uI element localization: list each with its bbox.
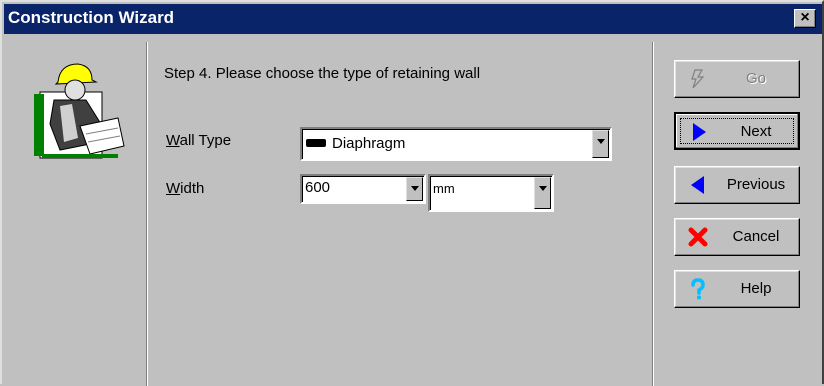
previous-label: Previous (726, 176, 786, 193)
wall-type-dropdown-button[interactable] (592, 130, 609, 158)
wall-type-value: Diaphragm (332, 135, 406, 152)
red-x-icon (688, 227, 708, 247)
title-bar[interactable]: Construction Wizard × (4, 4, 822, 34)
next-button[interactable]: Next (674, 112, 800, 150)
width-accel: W (166, 180, 181, 197)
width-value: 600 (305, 179, 331, 196)
close-button[interactable]: × (794, 9, 816, 28)
help-label: Help (740, 280, 772, 297)
wall-type-label-rest: all Type (179, 132, 232, 149)
help-button[interactable]: Help (674, 270, 800, 308)
right-divider (652, 42, 654, 386)
cancel-button[interactable]: Cancel (674, 218, 800, 256)
go-label: Go (745, 70, 766, 87)
width-label-rest: idth (180, 180, 205, 197)
width-unit-select[interactable]: mm (428, 174, 554, 212)
wall-type-label: Wall Type (166, 132, 231, 149)
step-instruction: Step 4. Please choose the type of retain… (164, 65, 481, 82)
wall-type-accel: W (166, 132, 180, 149)
previous-button[interactable]: Previous (674, 166, 800, 204)
close-icon: × (800, 9, 810, 26)
left-divider (146, 42, 148, 386)
wall-swatch-icon (306, 139, 326, 148)
next-label: Next (740, 123, 772, 140)
width-unit-dropdown-button[interactable] (534, 177, 551, 209)
lightning-icon (691, 69, 705, 89)
width-unit: mm (433, 181, 455, 196)
arrow-left-icon (691, 176, 704, 194)
window-title: Construction Wizard (8, 8, 175, 27)
width-value-dropdown-button[interactable] (406, 177, 423, 201)
wall-type-select[interactable]: Diaphragm (300, 127, 612, 161)
arrow-right-icon (693, 123, 706, 141)
width-value-select[interactable]: 600 (300, 174, 426, 204)
go-button[interactable]: Go (674, 60, 800, 98)
construction-worker-icon (34, 63, 125, 159)
cancel-label: Cancel (732, 228, 780, 245)
width-label: Width (166, 180, 204, 197)
wall-type-value-wrap: Diaphragm (306, 135, 405, 152)
question-mark-icon (691, 278, 705, 300)
wizard-window: Construction Wizard × Step 4. Please cho… (0, 0, 824, 386)
